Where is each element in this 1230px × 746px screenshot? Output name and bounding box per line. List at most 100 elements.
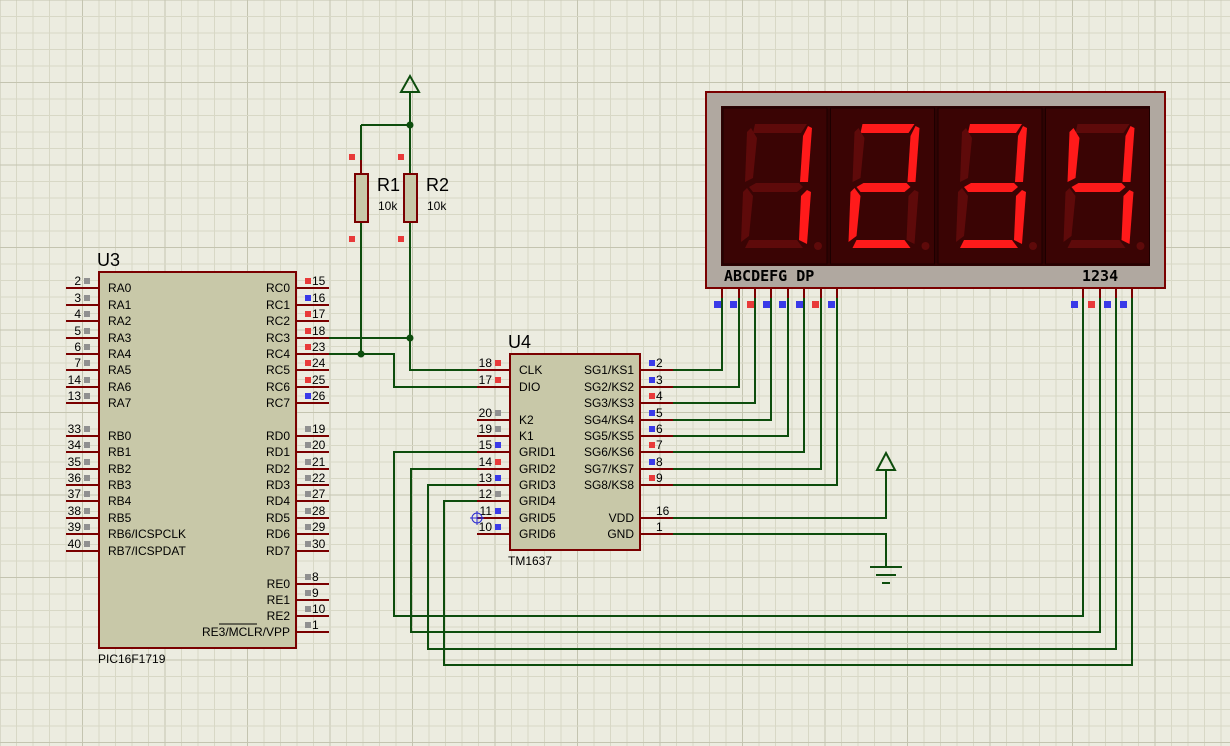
segment-d xyxy=(745,240,803,248)
pin-number: 22 xyxy=(312,471,326,485)
display-segment-pin-dot xyxy=(747,301,754,308)
segment-d xyxy=(960,240,1018,248)
pin-name: RC5 xyxy=(266,363,290,377)
pin-number: 4 xyxy=(74,307,81,321)
pin-number: 20 xyxy=(479,406,493,420)
display-digit-pin-dot xyxy=(1104,301,1111,308)
pin-number: 16 xyxy=(656,504,670,518)
wire-gnd xyxy=(673,533,902,584)
pin-state-dot xyxy=(84,541,90,547)
junction-rc3 xyxy=(406,334,414,342)
pin-state-dot xyxy=(495,491,501,497)
pin-number: 40 xyxy=(68,537,82,551)
digit-1 xyxy=(722,107,828,265)
pin-state-dot xyxy=(84,377,90,383)
pin-name: RB6/ICSPCLK xyxy=(108,527,186,541)
pin-name: RB0 xyxy=(108,429,132,443)
pin-state-dot xyxy=(305,475,311,481)
pin-state-dot xyxy=(84,524,90,530)
display-segment-pin-dot xyxy=(796,301,803,308)
pin-state-dot xyxy=(495,524,501,530)
seven-segment-display[interactable]: ABCDEFG DP 1234 xyxy=(705,91,1166,308)
r2-ref: R2 xyxy=(426,175,449,195)
u3-part: PIC16F1719 xyxy=(98,652,166,666)
pin-state-dot xyxy=(305,622,311,628)
pin-name: SG6/KS6 xyxy=(584,445,634,459)
pin-state-dot xyxy=(305,328,311,334)
pin-state-dot xyxy=(305,426,311,432)
pin-name: RB2 xyxy=(108,462,132,476)
pin-number: 19 xyxy=(312,422,326,436)
pin-number: 1 xyxy=(312,618,319,632)
microcontroller-u3[interactable]: U3 PIC16F1719 2 RA03 RA14 RA25 RA36 RA47 RA514… xyxy=(66,250,329,666)
pin-state-dot xyxy=(495,459,501,465)
power-terminal-top xyxy=(399,73,421,125)
segment-g xyxy=(964,183,1018,192)
pin-number: 9 xyxy=(312,586,319,600)
pin-number: 18 xyxy=(312,324,326,338)
decimal-point xyxy=(921,242,930,250)
segment-a xyxy=(1075,124,1130,133)
pin-state-dot xyxy=(84,311,90,317)
r2-pin-bottom xyxy=(398,236,404,242)
display-segment-label: ABCDEFG DP xyxy=(724,267,814,285)
pin-state-dot xyxy=(649,377,655,383)
r2-value: 10k xyxy=(427,199,447,213)
pin-number: 14 xyxy=(68,373,82,387)
display-segment-pin-dot xyxy=(779,301,786,308)
segment-g xyxy=(749,183,803,192)
pin-name: RD4 xyxy=(266,494,290,508)
pin-number: 4 xyxy=(656,389,663,403)
pin-name: RA6 xyxy=(108,380,132,394)
segment-g xyxy=(1071,183,1126,192)
u4-part: TM1637 xyxy=(508,554,552,568)
wire-r2-to-clk xyxy=(327,222,477,371)
pin-name: SG4/KS4 xyxy=(584,413,634,427)
pin-number: 2 xyxy=(656,356,663,370)
pin-number: 21 xyxy=(312,455,326,469)
pin-name: RD0 xyxy=(266,429,290,443)
pin-name: VDD xyxy=(609,511,635,525)
pin-name: K2 xyxy=(519,413,534,427)
pin-state-dot xyxy=(649,475,655,481)
pin-name: RE3/MCLR/VPP xyxy=(202,625,290,639)
pin-name: GRID4 xyxy=(519,494,556,508)
r1-pin-bottom xyxy=(349,236,355,242)
u3-body xyxy=(98,271,297,649)
display-segment-pin-dot xyxy=(828,301,835,308)
digit-2 xyxy=(830,107,935,265)
pin-number: 29 xyxy=(312,520,326,534)
r1-body xyxy=(354,173,369,223)
pin-number: 7 xyxy=(656,438,663,452)
pin-number: 24 xyxy=(312,356,326,370)
pin-name: DIO xyxy=(519,380,540,394)
pin-name: RC1 xyxy=(266,298,290,312)
r2-body xyxy=(403,173,418,223)
pin-number: 36 xyxy=(68,471,82,485)
pin-name: RB1 xyxy=(108,445,132,459)
pin-state-dot xyxy=(84,344,90,350)
pin-name: RD6 xyxy=(266,527,290,541)
decimal-point xyxy=(1136,242,1145,250)
pin-state-dot xyxy=(305,541,311,547)
pin-state-dot xyxy=(84,393,90,399)
junction-top xyxy=(406,121,414,129)
pin-name: RB7/ICSPDAT xyxy=(108,544,186,558)
pin-number: 34 xyxy=(68,438,82,452)
pin-number: 26 xyxy=(312,389,326,403)
pin-name: SG1/KS1 xyxy=(584,363,634,377)
r1-pin-top xyxy=(349,154,355,160)
pin-state-dot xyxy=(305,606,311,612)
junction-rc4 xyxy=(357,350,365,358)
pin-state-dot xyxy=(495,426,501,432)
pin-number: 25 xyxy=(312,373,326,387)
pin-state-dot xyxy=(495,442,501,448)
pin-number: 1 xyxy=(656,520,663,534)
pin-number: 7 xyxy=(74,356,81,370)
pin-state-dot xyxy=(305,295,311,301)
digit-3 xyxy=(937,107,1043,265)
pin-state-dot xyxy=(84,328,90,334)
pin-number: 17 xyxy=(479,373,493,387)
wire-seg-b xyxy=(673,296,740,388)
segment-a xyxy=(860,124,915,133)
